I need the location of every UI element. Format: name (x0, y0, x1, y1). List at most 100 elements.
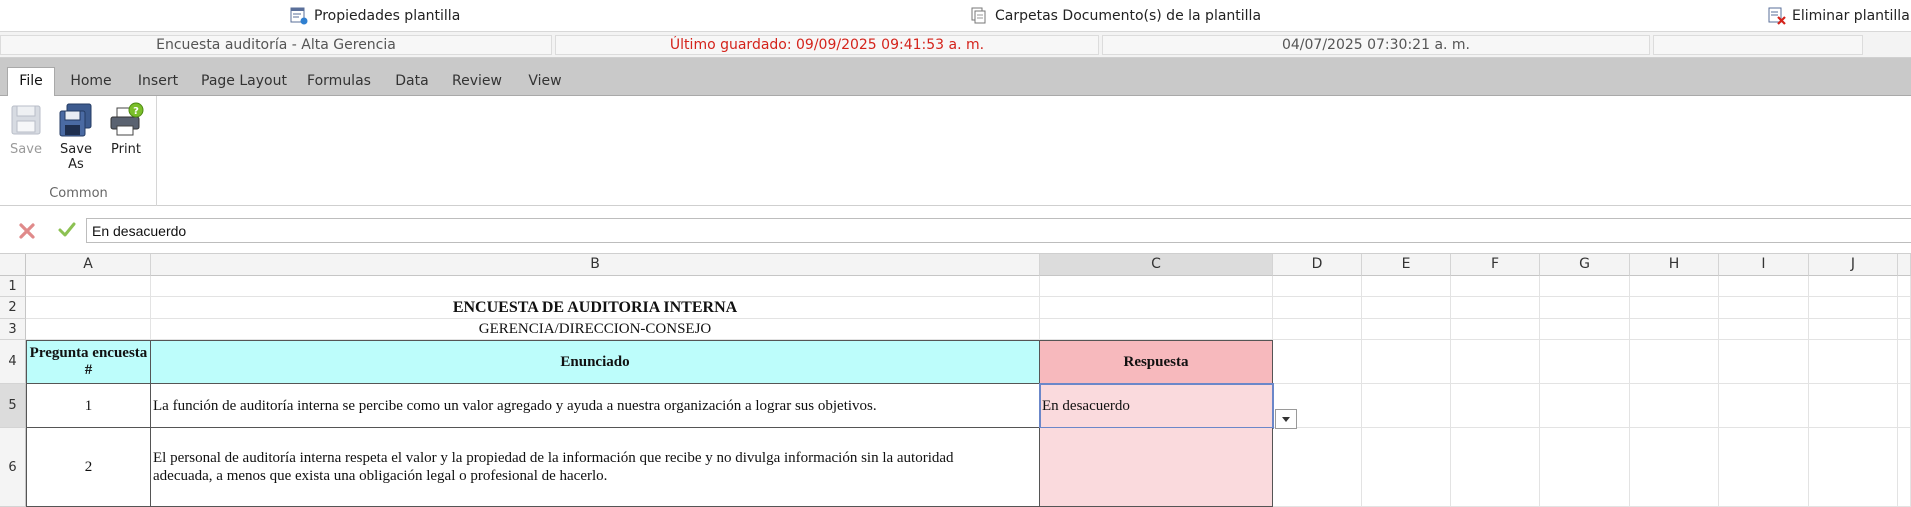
question-statement-1[interactable]: La función de auditoría interna se perci… (151, 384, 1040, 428)
empty-cell[interactable] (1630, 384, 1719, 428)
question-statement-2[interactable]: El personal de auditoría interna respeta… (151, 428, 1040, 507)
save-button[interactable]: Save (3, 102, 49, 157)
tab-view[interactable]: View (518, 68, 572, 96)
empty-cell[interactable] (1719, 384, 1809, 428)
cancel-edit-icon[interactable] (17, 221, 37, 241)
question-number-1[interactable]: 1 (26, 384, 151, 428)
row-header-3[interactable]: 3 (0, 319, 26, 340)
empty-cell[interactable] (1719, 428, 1809, 507)
empty-cell[interactable] (1809, 297, 1898, 319)
empty-cell[interactable] (1719, 276, 1809, 297)
cell-a1[interactable] (26, 276, 151, 297)
empty-cell[interactable] (1362, 319, 1451, 340)
empty-cell[interactable] (1273, 428, 1362, 507)
empty-cell[interactable] (1630, 428, 1719, 507)
empty-cell[interactable] (1451, 384, 1540, 428)
empty-cell[interactable] (1809, 384, 1898, 428)
tab-page-layout[interactable]: Page Layout (198, 68, 290, 96)
empty-cell[interactable] (1362, 428, 1451, 507)
empty-cell[interactable] (1719, 340, 1809, 384)
empty-cell[interactable] (1451, 428, 1540, 507)
cell-c1[interactable] (1040, 276, 1273, 297)
empty-cell[interactable] (1540, 428, 1630, 507)
header-statement[interactable]: Enunciado (151, 340, 1040, 384)
empty-cell[interactable] (1362, 276, 1451, 297)
delete-template-button[interactable]: Eliminar plantilla (1768, 6, 1910, 26)
answer-dropdown-button[interactable] (1275, 409, 1297, 429)
empty-cell[interactable] (1540, 297, 1630, 319)
empty-cell[interactable] (1540, 276, 1630, 297)
empty-cell[interactable] (1630, 319, 1719, 340)
empty-cell[interactable] (1898, 428, 1911, 507)
formula-input[interactable] (86, 218, 1911, 243)
tab-data[interactable]: Data (388, 68, 436, 96)
column-header-i[interactable]: I (1719, 254, 1809, 276)
column-header-a[interactable]: A (26, 254, 151, 276)
survey-title[interactable]: ENCUESTA DE AUDITORIA INTERNA (151, 297, 1040, 319)
confirm-edit-icon[interactable] (57, 220, 77, 240)
empty-cell[interactable] (1898, 384, 1911, 428)
column-header-c[interactable]: C (1040, 254, 1273, 276)
question-number-2[interactable]: 2 (26, 428, 151, 507)
empty-cell[interactable] (1451, 319, 1540, 340)
cell-a2[interactable] (26, 297, 151, 319)
tab-formulas[interactable]: Formulas (302, 68, 376, 96)
empty-cell[interactable] (1809, 428, 1898, 507)
empty-cell[interactable] (1273, 276, 1362, 297)
column-header-f[interactable]: F (1451, 254, 1540, 276)
print-button[interactable]: ? Print (103, 102, 149, 157)
empty-cell[interactable] (1273, 319, 1362, 340)
empty-cell[interactable] (1540, 340, 1630, 384)
empty-cell[interactable] (1273, 340, 1362, 384)
empty-cell[interactable] (1809, 276, 1898, 297)
header-answer[interactable]: Respuesta (1040, 340, 1273, 384)
empty-cell[interactable] (1630, 276, 1719, 297)
row-header-5[interactable]: 5 (0, 384, 26, 428)
column-header-e[interactable]: E (1362, 254, 1451, 276)
row-header-4[interactable]: 4 (0, 340, 26, 384)
answer-cell-2[interactable] (1040, 428, 1273, 507)
column-header-j[interactable]: J (1809, 254, 1898, 276)
empty-cell[interactable] (1719, 297, 1809, 319)
tab-home[interactable]: Home (62, 68, 120, 96)
header-question-number[interactable]: Pregunta encuesta # (26, 340, 151, 384)
empty-cell[interactable] (1451, 340, 1540, 384)
save-as-button[interactable]: Save As (53, 102, 99, 172)
cell-a3[interactable] (26, 319, 151, 340)
empty-cell[interactable] (1540, 384, 1630, 428)
column-header-d[interactable]: D (1273, 254, 1362, 276)
select-all-corner[interactable] (0, 254, 26, 276)
empty-cell[interactable] (1540, 319, 1630, 340)
cell-c2[interactable] (1040, 297, 1273, 319)
empty-cell[interactable] (1898, 319, 1911, 340)
survey-subtitle[interactable]: GERENCIA/DIRECCION-CONSEJO (151, 319, 1040, 340)
empty-cell[interactable] (1273, 297, 1362, 319)
empty-cell[interactable] (1362, 340, 1451, 384)
tab-file[interactable]: File (7, 67, 55, 97)
empty-cell[interactable] (1809, 340, 1898, 384)
row-header-1[interactable]: 1 (0, 276, 26, 297)
empty-cell[interactable] (1809, 319, 1898, 340)
answer-cell-1[interactable]: En desacuerdo (1040, 384, 1273, 428)
template-folders-button[interactable]: Carpetas Documento(s) de la plantilla (971, 6, 1261, 26)
empty-cell[interactable] (1451, 297, 1540, 319)
row-header-2[interactable]: 2 (0, 297, 26, 319)
column-header-b[interactable]: B (151, 254, 1040, 276)
empty-cell[interactable] (1898, 276, 1911, 297)
column-header-h[interactable]: H (1630, 254, 1719, 276)
cell-c3[interactable] (1040, 319, 1273, 340)
empty-cell[interactable] (1630, 297, 1719, 319)
empty-cell[interactable] (1719, 319, 1809, 340)
empty-cell[interactable] (1898, 340, 1911, 384)
empty-cell[interactable] (1362, 297, 1451, 319)
template-properties-button[interactable]: Propiedades plantilla (290, 6, 460, 26)
empty-cell[interactable] (1451, 276, 1540, 297)
cell-b1[interactable] (151, 276, 1040, 297)
tab-insert[interactable]: Insert (128, 68, 188, 96)
row-header-6[interactable]: 6 (0, 428, 26, 507)
empty-cell[interactable] (1898, 297, 1911, 319)
empty-cell[interactable] (1630, 340, 1719, 384)
column-header-g[interactable]: G (1540, 254, 1630, 276)
empty-cell[interactable] (1362, 384, 1451, 428)
tab-review[interactable]: Review (446, 68, 508, 96)
